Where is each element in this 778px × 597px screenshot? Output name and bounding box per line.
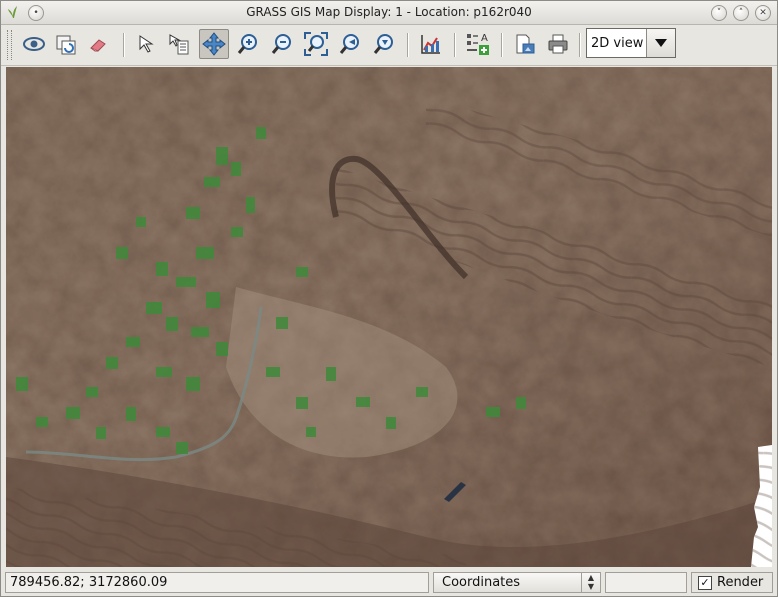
query-button[interactable]: [164, 29, 194, 59]
render-map-button[interactable]: [51, 29, 81, 59]
zoom-in-button[interactable]: [233, 29, 263, 59]
status-value-field[interactable]: [605, 572, 687, 593]
svg-text:A: A: [481, 33, 488, 44]
map-display-window: • GRASS GIS Map Display: 1 - Location: p…: [0, 0, 778, 597]
zoom-menu-button[interactable]: [369, 29, 399, 59]
zoom-out-icon: [271, 34, 291, 54]
toolbar-grip[interactable]: [7, 30, 12, 60]
toolbar-separator: [407, 33, 409, 57]
satellite-map-image: [6, 67, 772, 567]
view-mode-value: 2D view: [591, 36, 644, 51]
render-map-icon: [56, 35, 76, 55]
overlay-icon: A: [467, 33, 489, 55]
toolbar-separator: [579, 33, 581, 57]
toolbar-separator: [123, 33, 125, 57]
status-mode-select[interactable]: Coordinates ▲ ▼: [433, 572, 601, 593]
status-mode-value: Coordinates: [442, 575, 521, 590]
save-image-button[interactable]: [510, 29, 540, 59]
zoom-out-button[interactable]: [267, 29, 297, 59]
display-map-button[interactable]: [19, 29, 49, 59]
toolbar-separator: [454, 33, 456, 57]
chevron-down-icon: [655, 39, 667, 47]
zoom-extent-icon: [304, 32, 328, 56]
map-toolbar: A 2D view: [1, 25, 777, 66]
window-title: GRASS GIS Map Display: 1 - Location: p16…: [246, 5, 532, 19]
close-icon[interactable]: ✕: [755, 5, 771, 21]
save-image-icon: [516, 34, 535, 54]
pointer-button[interactable]: [132, 29, 162, 59]
print-icon: [548, 34, 568, 54]
view-mode-dropdown-button[interactable]: [646, 29, 675, 57]
status-mode-spinner[interactable]: ▲ ▼: [581, 573, 600, 592]
erase-button[interactable]: [83, 29, 113, 59]
status-bar: 789456.82; 3172860.09 Coordinates ▲ ▼ ✓ R…: [1, 570, 777, 596]
maximize-icon[interactable]: ˄: [733, 5, 749, 21]
zoom-back-icon: [339, 34, 359, 54]
zoom-back-button[interactable]: [335, 29, 365, 59]
analyze-button[interactable]: [416, 29, 446, 59]
render-toggle[interactable]: ✓ Render: [691, 572, 773, 593]
view-mode-select[interactable]: 2D view: [586, 28, 676, 58]
map-canvas[interactable]: [6, 67, 772, 567]
overlay-button[interactable]: A: [463, 29, 493, 59]
pointer-icon: [139, 35, 154, 53]
zoom-extent-button[interactable]: [301, 29, 331, 59]
render-checkbox[interactable]: ✓: [698, 576, 712, 590]
zoom-menu-icon: [373, 34, 393, 54]
zoom-in-icon: [237, 34, 257, 54]
toolbar-separator: [501, 33, 503, 57]
analyze-icon: [421, 35, 440, 54]
query-icon: [169, 34, 189, 55]
pan-button[interactable]: [199, 29, 229, 59]
render-label: Render: [717, 575, 764, 590]
title-bar[interactable]: • GRASS GIS Map Display: 1 - Location: p…: [1, 1, 777, 25]
print-button[interactable]: [543, 29, 573, 59]
pan-icon: [202, 32, 226, 56]
display-map-icon: [23, 37, 45, 51]
erase-icon: [90, 39, 106, 52]
minimize-icon[interactable]: ˅: [711, 5, 727, 21]
coordinates-display: 789456.82; 3172860.09: [5, 572, 429, 593]
